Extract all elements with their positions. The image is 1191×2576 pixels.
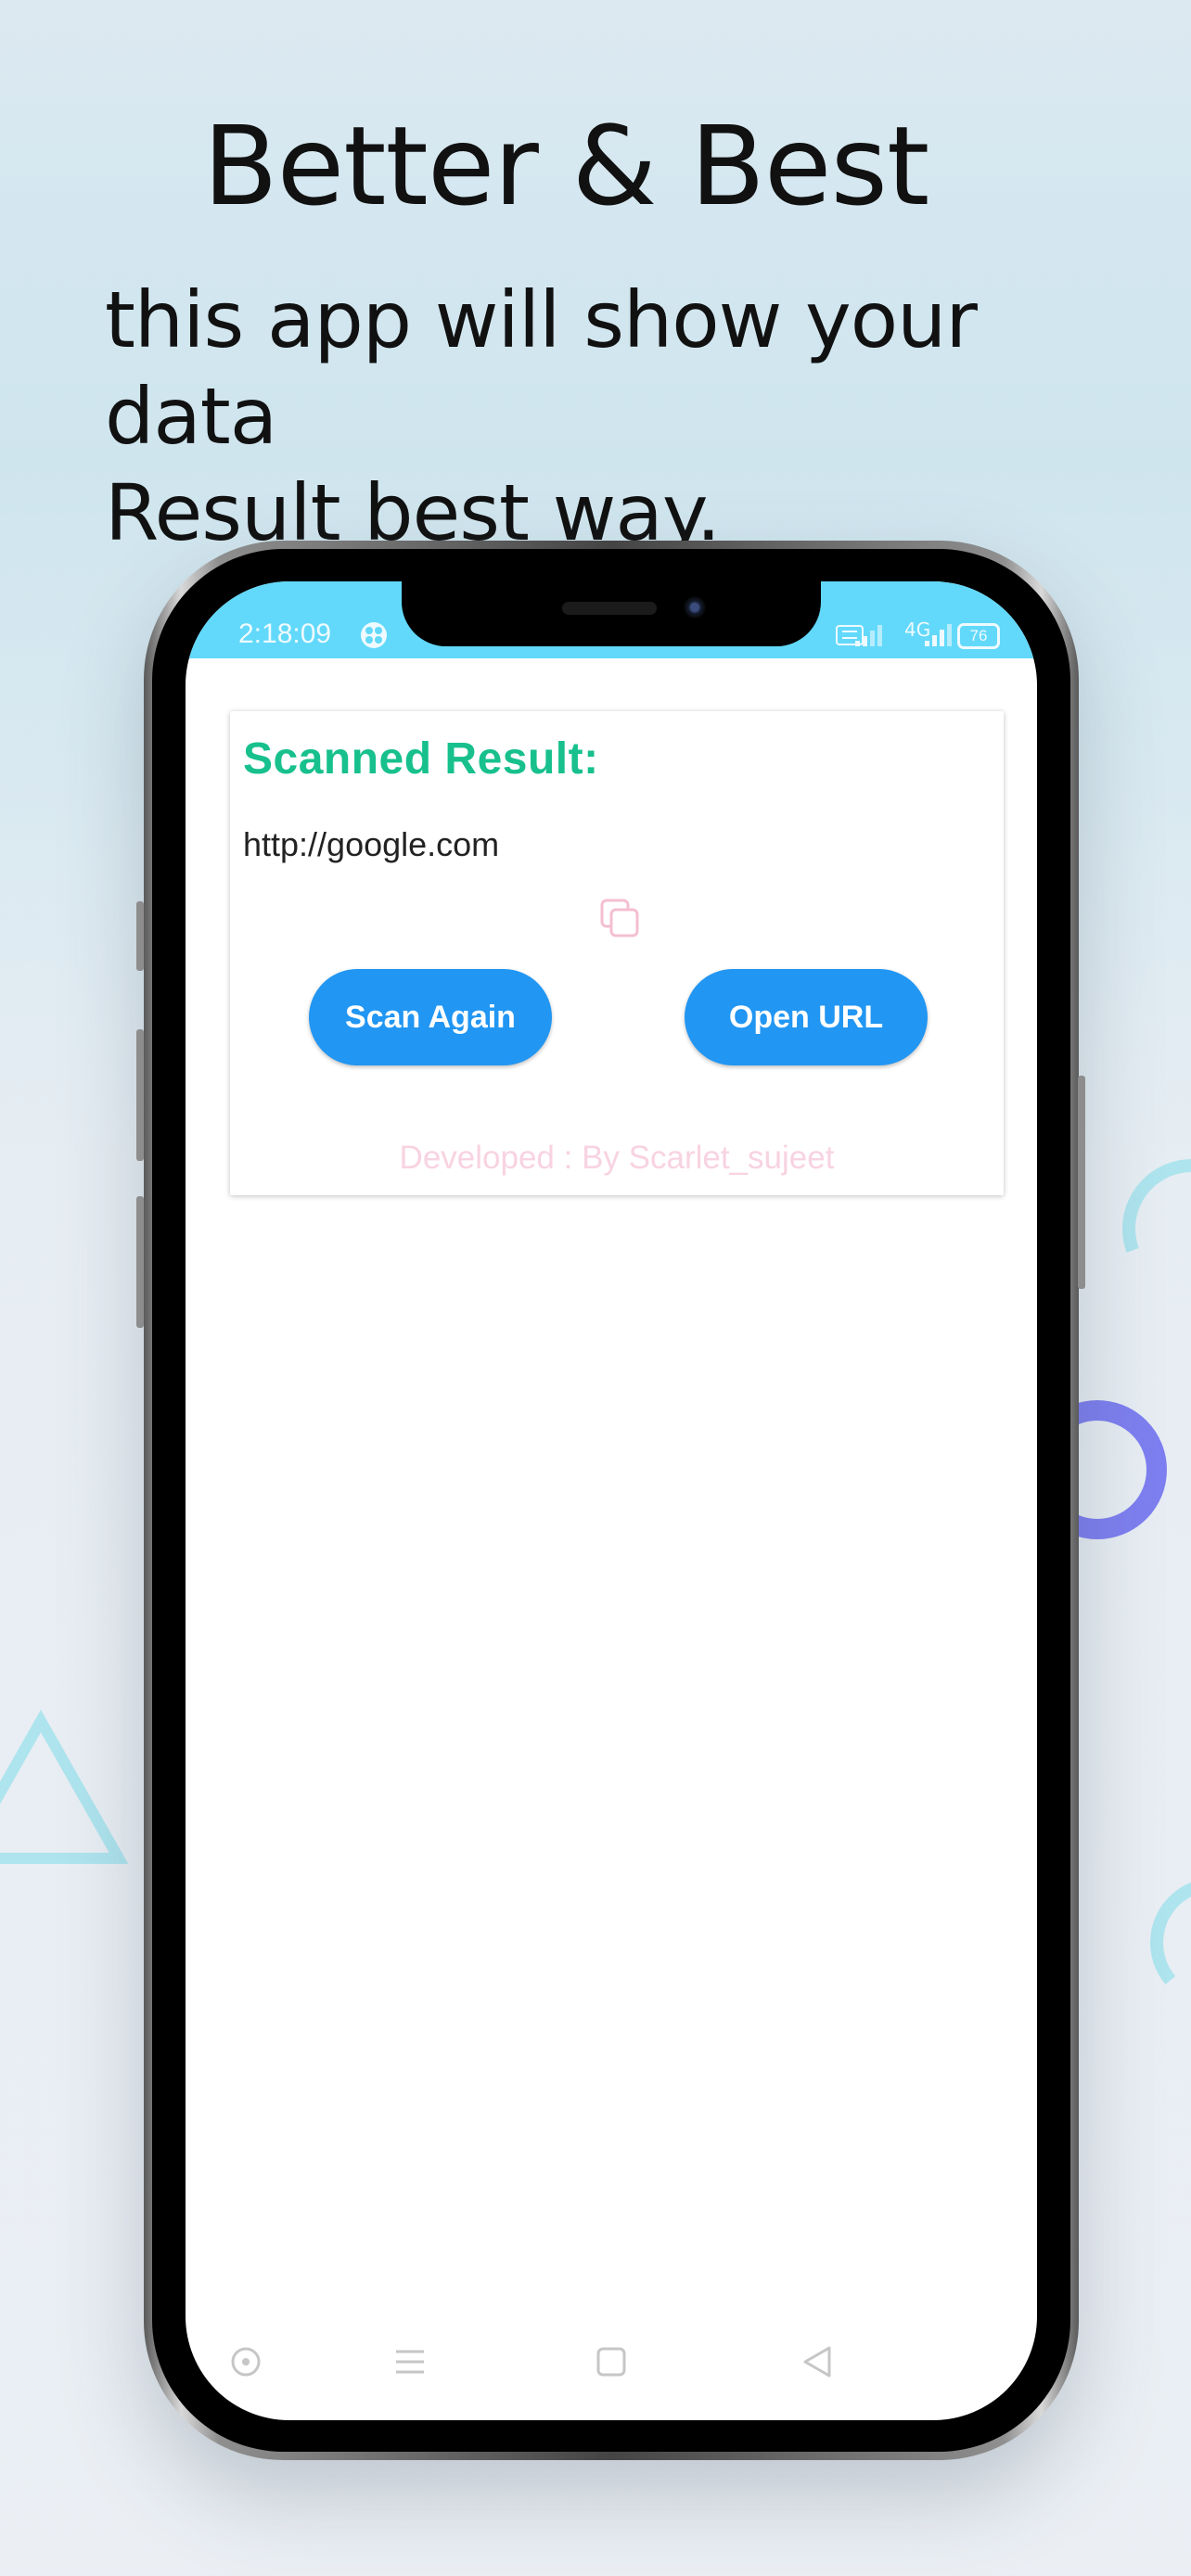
earpiece-speaker [562, 602, 657, 615]
volume-up-button [136, 1029, 144, 1161]
scan-result-title: Scanned Result: [243, 734, 599, 784]
developer-credit: Developed : By Scarlet_sujeet [399, 1140, 835, 1176]
camera-notch [402, 581, 821, 646]
decorative-arc-bottom-right [1145, 1872, 1191, 2013]
app-notification-icon [361, 622, 387, 648]
menu-icon[interactable] [382, 2334, 438, 2390]
scan-result-card: Scanned Result: http://google.com Scan A… [230, 711, 1004, 1195]
signal-strength-icon-2 [925, 624, 952, 646]
volume-down-button [136, 1196, 144, 1328]
back-icon[interactable] [789, 2334, 845, 2390]
promo-subline-line-1: this app will show your data [105, 274, 978, 462]
scan-again-button[interactable]: Scan Again [309, 969, 552, 1065]
power-button [1078, 1076, 1085, 1289]
recent-apps-icon[interactable] [218, 2334, 274, 2390]
status-time: 2:18:09 [238, 618, 332, 649]
mute-switch [136, 901, 144, 971]
front-camera [684, 596, 706, 618]
promo-headline: Better & Best [202, 102, 930, 230]
scanned-url-text[interactable]: http://google.com [243, 825, 499, 864]
open-url-button[interactable]: Open URL [685, 969, 928, 1065]
promo-subline: this app will show your data Result best… [105, 272, 1144, 561]
decorative-triangle [0, 1709, 129, 1864]
signal-strength-icon [855, 625, 882, 646]
phone-screen: 2:18:09 4G 76 Scanned Result: http://goo… [186, 581, 1037, 2420]
battery-level: 76 [969, 627, 988, 644]
copy-icon[interactable] [598, 897, 643, 941]
battery-icon: 76 [957, 623, 1000, 649]
home-icon[interactable] [583, 2334, 639, 2390]
system-navigation-bar [186, 2334, 1037, 2390]
decorative-arc-top-right [1099, 1136, 1191, 1321]
